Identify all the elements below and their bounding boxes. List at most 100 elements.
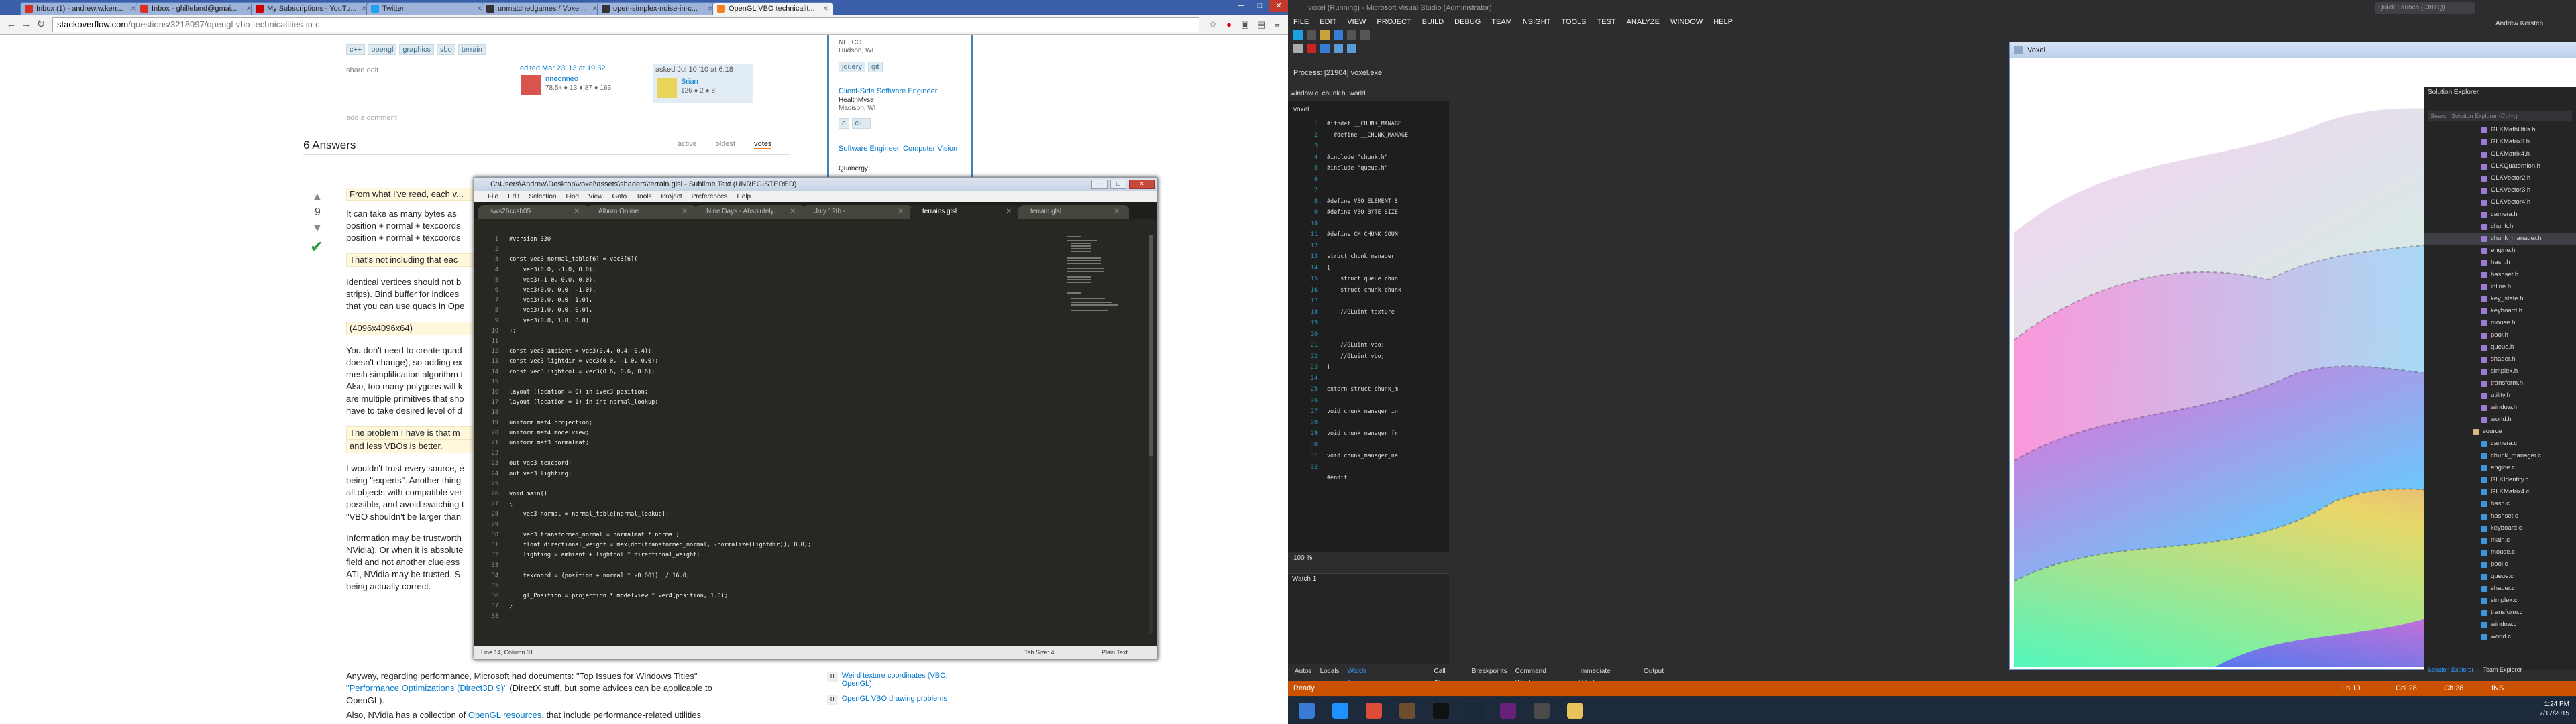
sublime-tab[interactable]: Album Online ✕: [586, 205, 697, 219]
solution-file-item[interactable]: GLKIdentity.c: [2424, 474, 2576, 486]
related-link[interactable]: OpenGL VBO drawing problems: [842, 695, 947, 705]
job-title[interactable]: Client-Side Software Engineer: [839, 87, 937, 95]
job-tag[interactable]: jquery: [839, 62, 865, 72]
solution-file-item[interactable]: GLKMatrix4.h: [2424, 148, 2576, 160]
solution-file-item[interactable]: key_state.h: [2424, 293, 2576, 305]
perf-link[interactable]: "Performance Optimizations (Direct3D 9)": [346, 683, 507, 693]
star-icon[interactable]: ☆: [1206, 18, 1220, 32]
sublime-menu-selection[interactable]: Selection: [529, 191, 556, 202]
vs-menu-nsight[interactable]: NSIGHT: [1523, 16, 1551, 28]
taskbar-button[interactable]: [1493, 699, 1523, 723]
solution-file-item[interactable]: inline.h: [2424, 281, 2576, 293]
chrome-tab[interactable]: My Subscriptions - YouTu... ✕: [251, 2, 372, 15]
taskbar-button[interactable]: [1326, 699, 1355, 723]
open-icon[interactable]: [1320, 30, 1330, 40]
scope-dropdown[interactable]: voxel: [1293, 106, 1309, 113]
question-tag[interactable]: opengl: [368, 44, 397, 55]
job-tag[interactable]: c: [839, 118, 849, 129]
sublime-menu-file[interactable]: File: [488, 191, 498, 202]
tab-close-icon[interactable]: ✕: [1114, 205, 1120, 219]
taskbar-button[interactable]: [1292, 699, 1322, 723]
process-label[interactable]: Process: [21904] voxel.exe: [1293, 69, 1382, 77]
solution-file-item[interactable]: chunk.h: [2424, 221, 2576, 233]
solution-file-item[interactable]: world.c: [2424, 631, 2576, 643]
taskbar-button[interactable]: [1560, 699, 1590, 723]
nvidia-link[interactable]: OpenGL resources: [468, 710, 541, 720]
vs-menu-debug[interactable]: DEBUG: [1454, 16, 1481, 28]
related-link[interactable]: Weird texture coordinates (VBO, OpenGL): [842, 672, 961, 688]
sublime-tab[interactable]: Nine Days - Absolutely ✕: [694, 205, 805, 219]
edited-timestamp[interactable]: edited Mar 23 '13 at 19:32: [520, 64, 627, 72]
solution-file-item[interactable]: engine.c: [2424, 462, 2576, 474]
vs-menu-build[interactable]: BUILD: [1422, 16, 1444, 28]
solution-file-item[interactable]: window.h: [2424, 402, 2576, 414]
asker-name[interactable]: Brian: [681, 78, 698, 86]
solution-file-item[interactable]: shader.h: [2424, 353, 2576, 365]
solution-file-item[interactable]: GLKVector3.h: [2424, 184, 2576, 196]
share-edit-links[interactable]: share edit: [346, 64, 378, 76]
solution-file-item[interactable]: GLKMatrix3.h: [2424, 136, 2576, 148]
downvote-arrow-icon[interactable]: ▼: [312, 223, 323, 235]
solution-file-item[interactable]: pool.c: [2424, 558, 2576, 570]
solution-file-item[interactable]: hashset.c: [2424, 510, 2576, 522]
vs-menu-project[interactable]: PROJECT: [1377, 16, 1411, 28]
pause-icon[interactable]: [1293, 44, 1303, 53]
vs-bottom-tab[interactable]: Immediate Window: [1579, 666, 1635, 687]
address-bar[interactable]: stackoverflow.com/questions/3218097/open…: [52, 17, 1199, 32]
tab-close-icon[interactable]: ✕: [574, 205, 580, 219]
tab-close-icon[interactable]: ✕: [1006, 205, 1012, 219]
sublime-menu-find[interactable]: Find: [566, 191, 579, 202]
minimize-button[interactable]: ─: [1091, 180, 1108, 189]
chrome-tab[interactable]: Inbox - ghilleland@gmai... ✕: [136, 2, 256, 15]
se-footer-tab[interactable]: Solution Explorer: [2428, 666, 2474, 673]
solution-file-item[interactable]: camera.c: [2424, 438, 2576, 450]
sublime-tab[interactable]: sws26ccsb05 ✕: [478, 205, 589, 219]
maximize-button[interactable]: □: [1250, 0, 1269, 12]
extension-icon[interactable]: ●: [1222, 18, 1236, 32]
forward-icon[interactable]: →: [19, 17, 34, 32]
solution-file-item[interactable]: chunk_manager.h: [2424, 233, 2576, 245]
chrome-tab[interactable]: unmatchedgames / Voxe... ✕: [482, 2, 602, 15]
solution-file-item[interactable]: hash.h: [2424, 257, 2576, 269]
close-button[interactable]: ✕: [1129, 180, 1155, 189]
undo-icon[interactable]: [1347, 30, 1356, 40]
taskbar-button[interactable]: [1426, 699, 1456, 723]
solution-file-item[interactable]: main.c: [2424, 534, 2576, 546]
vs-doc-tab[interactable]: world.: [1350, 90, 1368, 101]
solution-file-item[interactable]: pool.h: [2424, 329, 2576, 341]
solution-file-item[interactable]: shader.c: [2424, 583, 2576, 595]
vs-menu-analyze[interactable]: ANALYZE: [1627, 16, 1660, 28]
sublime-tab[interactable]: terrain.glsl ✕: [1018, 205, 1129, 219]
vs-code-text[interactable]: #ifndef __CHUNK_MANAGE #define __CHUNK_M…: [1327, 118, 1408, 483]
vs-bottom-tab[interactable]: Call Stack: [1434, 666, 1463, 687]
solution-file-item[interactable]: camera.h: [2424, 208, 2576, 221]
sort-tab-votes[interactable]: votes: [754, 140, 772, 149]
vs-bottom-tab[interactable]: Breakpoints: [1472, 666, 1507, 678]
solution-file-item[interactable]: GLKMatrix4.c: [2424, 486, 2576, 498]
sublime-menu-edit[interactable]: Edit: [508, 191, 519, 202]
back-icon[interactable]: ←: [4, 17, 19, 32]
solution-file-item[interactable]: window.c: [2424, 619, 2576, 631]
vs-bottom-tab[interactable]: Autos: [1295, 666, 1312, 678]
sublime-menu-goto[interactable]: Goto: [612, 191, 627, 202]
solution-file-item[interactable]: simplex.h: [2424, 365, 2576, 377]
solution-file-item[interactable]: hashset.h: [2424, 269, 2576, 281]
solution-explorer-search[interactable]: Search Solution Explorer (Ctrl+;): [2428, 111, 2572, 121]
close-button[interactable]: ✕: [1269, 0, 1288, 12]
vs-menu-view[interactable]: VIEW: [1347, 16, 1366, 28]
solution-file-item[interactable]: hash.c: [2424, 498, 2576, 510]
question-tag[interactable]: graphics: [399, 44, 434, 55]
solution-file-item[interactable]: queue.c: [2424, 570, 2576, 583]
job-tag[interactable]: git: [867, 62, 883, 72]
solution-file-item[interactable]: mouse.h: [2424, 317, 2576, 329]
add-comment-link[interactable]: add a comment: [346, 114, 397, 122]
solution-file-item[interactable]: mouse.c: [2424, 546, 2576, 558]
step-over-icon[interactable]: [1334, 44, 1343, 53]
solution-file-item[interactable]: GLKVector2.h: [2424, 172, 2576, 184]
taskbar-button[interactable]: [1359, 699, 1389, 723]
solution-file-item[interactable]: engine.h: [2424, 245, 2576, 257]
solution-file-item[interactable]: world.h: [2424, 414, 2576, 426]
taskbar-button[interactable]: [1460, 699, 1489, 723]
minimap[interactable]: [1067, 235, 1134, 315]
vs-bottom-tab[interactable]: Command Window: [1515, 666, 1571, 687]
